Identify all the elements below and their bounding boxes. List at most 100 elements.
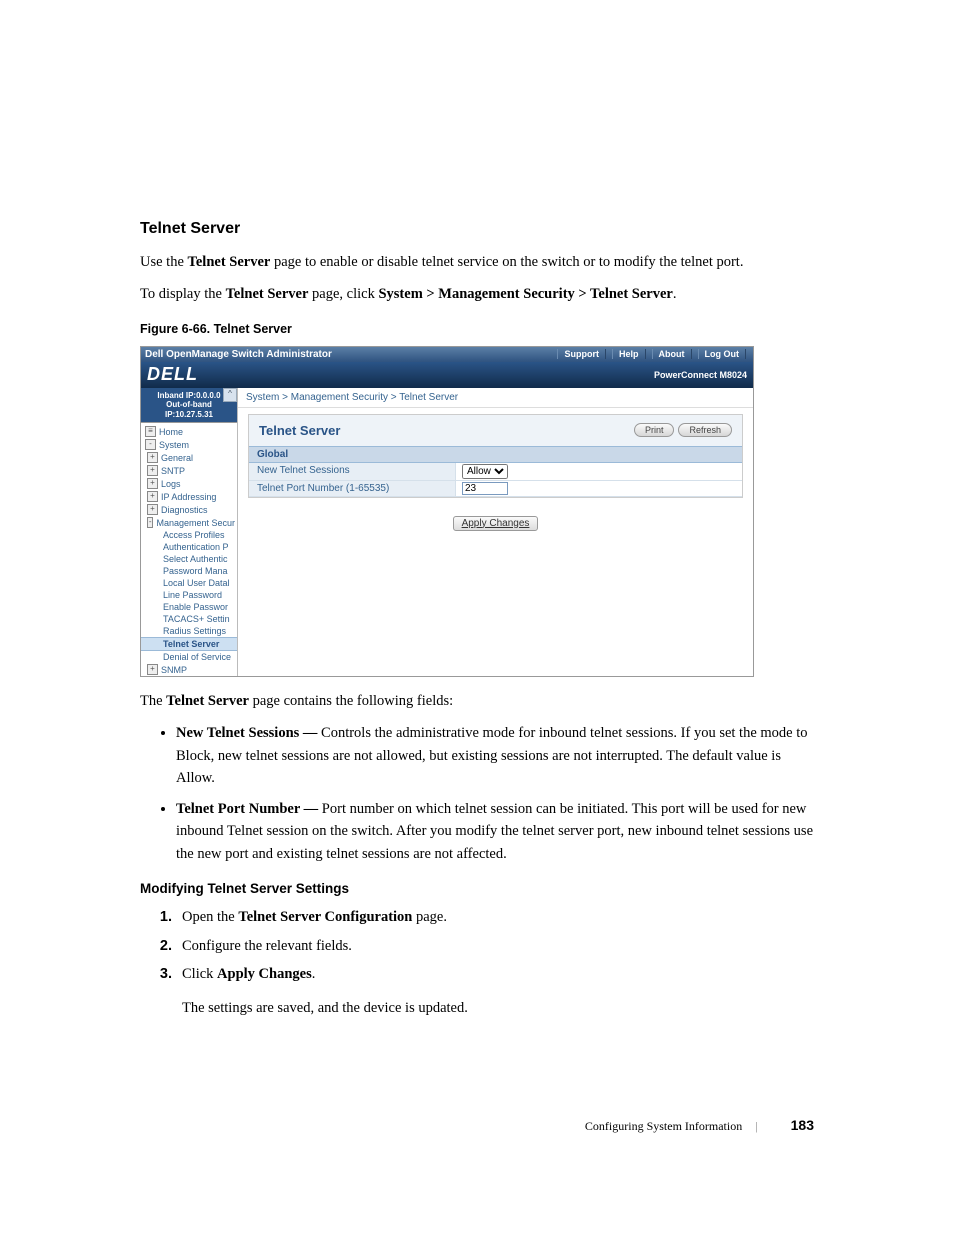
tree-label: SNTP <box>161 466 185 476</box>
bullet-label: Telnet Port Number — <box>176 801 322 817</box>
panel-title: Telnet Server <box>259 423 340 438</box>
nav-logout[interactable]: Log Out <box>698 349 747 359</box>
post-steps-text: The settings are saved, and the device i… <box>182 1000 814 1017</box>
apply-changes-button[interactable]: Apply Changes <box>453 516 539 531</box>
step-item: Open the Telnet Server Configuration pag… <box>176 906 814 928</box>
footer-section: Configuring System Information <box>585 1119 742 1133</box>
tree-access-profiles[interactable]: Access Profiles <box>141 529 237 541</box>
print-button[interactable]: Print <box>634 423 675 437</box>
steps-list: Open the Telnet Server Configuration pag… <box>140 906 814 985</box>
breadcrumb: System > Management Security > Telnet Se… <box>238 388 753 408</box>
text-bold: Telnet Server <box>226 286 309 302</box>
group-header-global: Global <box>249 446 742 463</box>
telnet-port-input[interactable] <box>462 482 508 495</box>
tree-label: IP Addressing <box>161 492 216 502</box>
row-new-telnet-sessions: New Telnet Sessions Allow <box>249 463 742 481</box>
tree-sntp[interactable]: +SNTP <box>141 464 237 477</box>
plus-icon: + <box>147 465 158 476</box>
logo-bar: DELL PowerConnect M8024 <box>141 362 753 388</box>
tree-label: Password Mana <box>163 566 228 576</box>
titlebar: Dell OpenManage Switch Administrator Sup… <box>141 347 753 362</box>
tree-snmp[interactable]: +SNMP <box>141 663 237 675</box>
text: page contains the following fields: <box>249 693 453 709</box>
step-item: Configure the relevant fields. <box>176 935 814 957</box>
tree-tacacs[interactable]: TACACS+ Settin <box>141 613 237 625</box>
subsection-title: Modifying Telnet Server Settings <box>140 881 814 896</box>
text: Open the <box>182 909 238 925</box>
tree-telnet-server[interactable]: Telnet Server <box>141 637 237 651</box>
tree-diagnostics[interactable]: +Diagnostics <box>141 503 237 516</box>
section-title: Telnet Server <box>140 220 814 238</box>
tree-select-auth[interactable]: Select Authentic <box>141 553 237 565</box>
tree-label: Telnet Server <box>163 639 219 649</box>
tree-label: TACACS+ Settin <box>163 614 230 624</box>
scroll-up-icon[interactable]: ^ <box>223 388 237 402</box>
text: page to enable or disable telnet service… <box>270 254 743 270</box>
text-bold: Apply Changes <box>217 966 312 982</box>
text-bold: Telnet Server <box>188 254 271 270</box>
plus-icon: + <box>147 491 158 502</box>
tree-enable-password[interactable]: Enable Passwor <box>141 601 237 613</box>
text: To display the <box>140 286 226 302</box>
tree-authentication[interactable]: Authentication P <box>141 541 237 553</box>
text: The <box>140 693 166 709</box>
intro-paragraph-2: To display the Telnet Server page, click… <box>140 284 814 306</box>
inband-ip: Inband IP:0.0.0.0 <box>143 391 235 401</box>
tree-logs[interactable]: +Logs <box>141 477 237 490</box>
panel: Telnet Server Print Refresh Global New T… <box>248 414 743 498</box>
tree-label: Management Secur <box>156 518 235 528</box>
content-pane: System > Management Security > Telnet Se… <box>238 388 753 676</box>
text-bold: Telnet Server <box>166 693 249 709</box>
text: . <box>312 966 316 982</box>
device-model: PowerConnect M8024 <box>654 370 747 380</box>
plus-icon: + <box>147 478 158 489</box>
bullet-label: New Telnet Sessions — <box>176 725 321 741</box>
refresh-button[interactable]: Refresh <box>678 423 732 437</box>
screenshot: Dell OpenManage Switch Administrator Sup… <box>140 346 754 677</box>
tree-password-mgmt[interactable]: Password Mana <box>141 565 237 577</box>
tree-ip-addressing[interactable]: +IP Addressing <box>141 490 237 503</box>
tree-radius[interactable]: Radius Settings <box>141 625 237 637</box>
text: Click <box>182 966 217 982</box>
tree-mgmt-security[interactable]: -Management Secur <box>141 516 237 529</box>
text: Use the <box>140 254 188 270</box>
app-title: Dell OpenManage Switch Administrator <box>145 349 332 360</box>
dell-logo: DELL <box>147 364 198 385</box>
plus-icon: + <box>147 504 158 515</box>
tree-label: General <box>161 453 193 463</box>
tree-system[interactable]: -System <box>141 438 237 451</box>
text: . <box>673 286 677 302</box>
field-label: New Telnet Sessions <box>249 463 456 480</box>
nav-tree: ≡Home -System +General +SNTP +Logs +IP A… <box>141 423 237 675</box>
tree-general[interactable]: +General <box>141 451 237 464</box>
tree-label: Home <box>159 427 183 437</box>
new-telnet-sessions-select[interactable]: Allow <box>462 464 508 479</box>
tree-label: SNMP <box>161 665 187 675</box>
tree-line-password[interactable]: Line Password <box>141 589 237 601</box>
step-item: Click Apply Changes. <box>176 963 814 985</box>
minus-icon: - <box>147 517 153 528</box>
tree-home[interactable]: ≡Home <box>141 425 237 438</box>
tree-local-user[interactable]: Local User Datal <box>141 577 237 589</box>
post-figure-text: The Telnet Server page contains the foll… <box>140 691 814 713</box>
field-label: Telnet Port Number (1-65535) <box>249 481 456 496</box>
text: page. <box>412 909 447 925</box>
nav-about[interactable]: About <box>652 349 692 359</box>
tree-label: Logs <box>161 479 181 489</box>
tree-label: Access Profiles <box>163 530 225 540</box>
tree-label: Enable Passwor <box>163 602 228 612</box>
text-bold: Telnet Server Configuration <box>238 909 412 925</box>
oob-ip: Out-of-band IP:10.27.5.31 <box>143 400 235 419</box>
tree-denial-of-service[interactable]: Denial of Service <box>141 651 237 663</box>
tree-label: Select Authentic <box>163 554 228 564</box>
row-telnet-port: Telnet Port Number (1-65535) <box>249 481 742 497</box>
plus-icon: + <box>147 452 158 463</box>
tree-label: Radius Settings <box>163 626 226 636</box>
minus-icon: - <box>145 439 156 450</box>
nav-support[interactable]: Support <box>557 349 606 359</box>
nav-help[interactable]: Help <box>612 349 646 359</box>
tree-label: Diagnostics <box>161 505 208 515</box>
page-number: 183 <box>791 1117 814 1133</box>
home-icon: ≡ <box>145 426 156 437</box>
separator-icon: | <box>755 1119 757 1133</box>
